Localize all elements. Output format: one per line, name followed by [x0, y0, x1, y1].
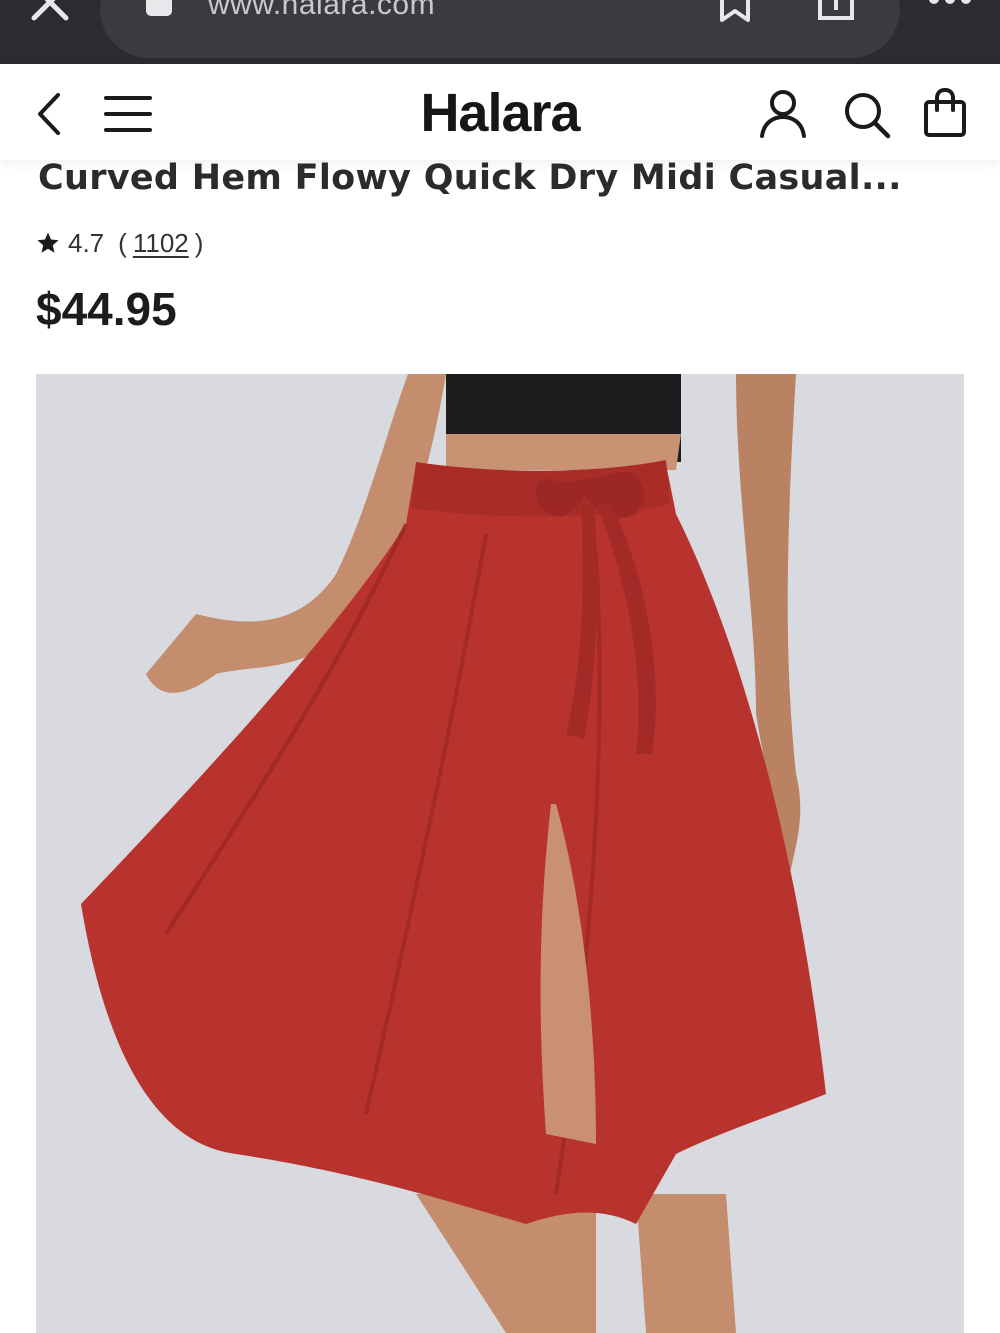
more-icon[interactable] [928, 0, 972, 8]
product-image[interactable] [36, 374, 964, 1333]
close-icon[interactable] [30, 0, 70, 22]
site-header: Halara [0, 64, 1000, 160]
product-title: Curved Hem Flowy Quick Dry Midi Casual..… [38, 158, 902, 198]
account-icon[interactable] [758, 88, 808, 140]
product-photo [36, 374, 964, 1333]
rating-value: 4.7 [68, 227, 105, 258]
lock-icon [146, 0, 172, 16]
review-count-link[interactable]: 1102 [133, 228, 189, 259]
bookmark-icon[interactable] [718, 0, 752, 24]
rating-close-paren: ) [194, 227, 204, 258]
shopping-bag-icon[interactable] [922, 88, 968, 138]
share-icon[interactable] [816, 0, 856, 24]
star-icon [37, 232, 59, 253]
browser-toolbar: www.halara.com [0, 0, 1000, 64]
url-text[interactable]: www.halara.com [208, 0, 435, 22]
product-price: $44.95 [36, 283, 177, 335]
rating-open-paren: ( [118, 227, 127, 258]
rating-row: 4.7 ( 1102 ) [36, 226, 209, 260]
search-icon[interactable] [842, 90, 892, 140]
